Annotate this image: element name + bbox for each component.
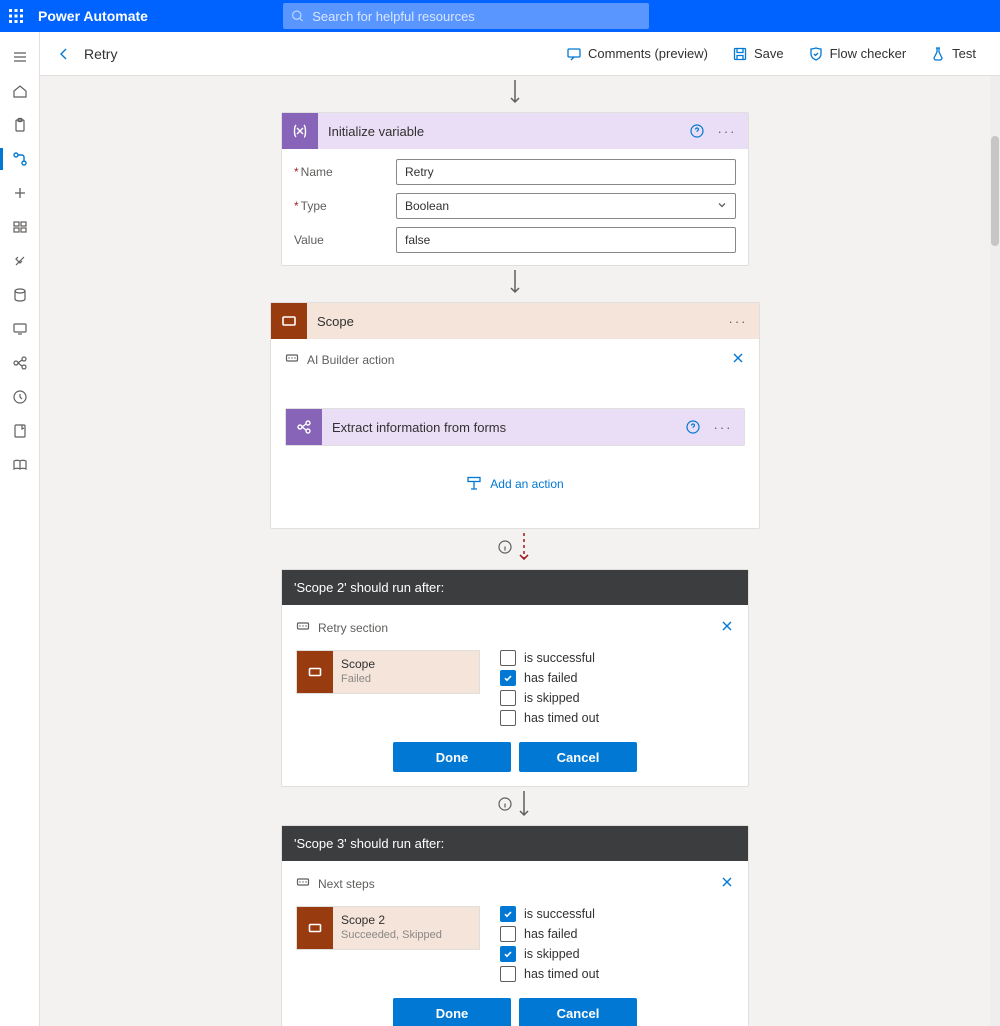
check-skipped[interactable]: is skipped (500, 946, 599, 962)
scope2-runafter-title: 'Scope 2' should run after: (282, 570, 748, 605)
scope2-predecessor: Scope 2Succeeded, Skipped (296, 906, 480, 950)
check-timedout[interactable]: has timed out (500, 710, 599, 726)
check-skipped[interactable]: is skipped (500, 690, 599, 706)
scope3-runafter-title: 'Scope 3' should run after: (282, 826, 748, 861)
scope2-runafter-card[interactable]: 'Scope 2' should run after: Retry sectio… (281, 569, 749, 787)
initialize-variable-card[interactable]: Initialize variable ··· Name Retry Type … (281, 112, 749, 266)
scope2-section-label: Retry section (318, 621, 388, 635)
ai-builder-icon (286, 409, 322, 445)
scope-icon (297, 651, 333, 693)
scrollbar[interactable] (990, 76, 1000, 1026)
nav-data-icon[interactable] (0, 278, 40, 312)
done-button[interactable]: Done (393, 998, 511, 1026)
initialize-variable-title: Initialize variable (328, 124, 678, 139)
check-failed[interactable]: has failed (500, 926, 599, 942)
save-button[interactable]: Save (726, 42, 790, 66)
flowchecker-label: Flow checker (830, 46, 907, 61)
connector-arrow-error (498, 533, 532, 563)
connector-arrow (498, 791, 532, 819)
nav-solutions-icon[interactable] (0, 414, 40, 448)
back-button[interactable] (56, 46, 72, 62)
add-action-label: Add an action (490, 477, 563, 491)
nav-process-icon[interactable] (0, 380, 40, 414)
scope-title: Scope (317, 314, 717, 329)
connector-arrow (507, 80, 523, 106)
card-menu-icon[interactable]: ··· (727, 314, 749, 329)
test-label: Test (952, 46, 976, 61)
variable-icon (282, 113, 318, 149)
scope3-runafter-card[interactable]: 'Scope 3' should run after: Next steps S… (281, 825, 749, 1026)
nav-flows-icon[interactable] (0, 142, 40, 176)
scope-card[interactable]: Scope ··· AI Builder action Extract info… (270, 302, 760, 529)
close-icon[interactable] (731, 351, 745, 368)
rename-icon (296, 875, 310, 892)
done-button[interactable]: Done (393, 742, 511, 772)
nav-hamburger-icon[interactable] (0, 40, 40, 74)
help-icon[interactable] (688, 122, 706, 140)
rename-icon (296, 619, 310, 636)
flowchecker-button[interactable]: Flow checker (802, 42, 913, 66)
extract-forms-card[interactable]: Extract information from forms ··· (285, 408, 745, 446)
name-field[interactable]: Retry (396, 159, 736, 185)
comments-label: Comments (preview) (588, 46, 708, 61)
search-field[interactable] (310, 8, 641, 25)
value-field[interactable]: false (396, 227, 736, 253)
cancel-button[interactable]: Cancel (519, 742, 637, 772)
breadcrumb: Retry (84, 46, 117, 62)
check-failed[interactable]: has failed (500, 670, 599, 686)
nav-monitor-icon[interactable] (0, 312, 40, 346)
info-icon[interactable] (498, 540, 512, 557)
flow-canvas[interactable]: Initialize variable ··· Name Retry Type … (40, 76, 990, 1026)
nav-home-icon[interactable] (0, 74, 40, 108)
nav-create-icon[interactable] (0, 176, 40, 210)
info-icon[interactable] (498, 797, 512, 814)
nav-clipboard-icon[interactable] (0, 108, 40, 142)
scope3-section-label: Next steps (318, 877, 375, 891)
type-dropdown[interactable]: Boolean (396, 193, 736, 219)
search-input[interactable] (283, 3, 649, 29)
help-icon[interactable] (684, 418, 702, 436)
nav-learn-icon[interactable] (0, 448, 40, 482)
name-field-label: Name (294, 165, 396, 179)
add-action-button[interactable]: Add an action (285, 446, 745, 518)
scope-predecessor: ScopeFailed (296, 650, 480, 694)
card-menu-icon[interactable]: ··· (712, 420, 734, 435)
extract-forms-title: Extract information from forms (332, 420, 674, 435)
card-menu-icon[interactable]: ··· (716, 124, 738, 139)
cancel-button[interactable]: Cancel (519, 998, 637, 1026)
nav-ai-icon[interactable] (0, 346, 40, 380)
nav-templates-icon[interactable] (0, 210, 40, 244)
scope-icon (297, 907, 333, 949)
save-label: Save (754, 46, 784, 61)
check-successful[interactable]: is successful (500, 906, 599, 922)
scope-icon (271, 303, 307, 339)
scope-sub-label: AI Builder action (307, 353, 394, 367)
rename-icon (285, 351, 299, 368)
close-icon[interactable] (720, 619, 734, 636)
comments-button[interactable]: Comments (preview) (560, 42, 714, 66)
value-field-label: Value (294, 233, 396, 247)
type-field-label: Type (294, 199, 396, 213)
nav-connectors-icon[interactable] (0, 244, 40, 278)
check-timedout[interactable]: has timed out (500, 966, 599, 982)
chevron-down-icon (717, 199, 727, 213)
left-nav (0, 32, 40, 1026)
close-icon[interactable] (720, 875, 734, 892)
app-launcher-icon[interactable] (0, 0, 32, 32)
check-successful[interactable]: is successful (500, 650, 599, 666)
brand-title: Power Automate (38, 8, 148, 24)
test-button[interactable]: Test (924, 42, 982, 66)
connector-arrow (507, 270, 523, 296)
